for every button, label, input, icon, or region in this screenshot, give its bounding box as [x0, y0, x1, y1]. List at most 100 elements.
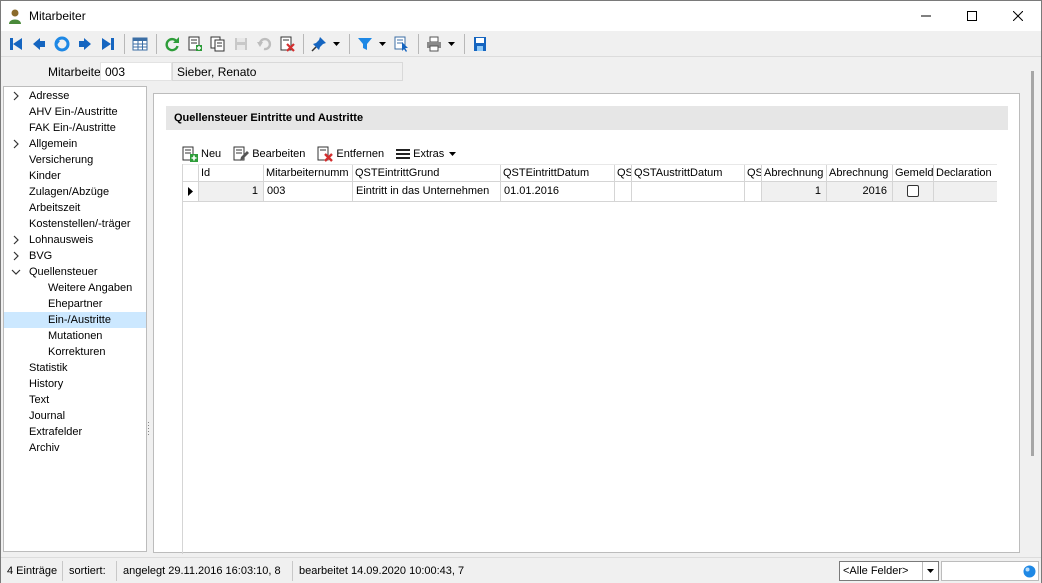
tree-item[interactable]: Text	[4, 392, 146, 408]
column-header[interactable]: Id	[199, 165, 264, 182]
status-bar: 4 Einträge sortiert: angelegt 29.11.2016…	[1, 557, 1041, 583]
column-header[interactable]: QS	[745, 165, 762, 182]
refresh-button[interactable]	[161, 33, 183, 55]
search-globe-icon[interactable]	[1023, 565, 1036, 578]
column-header[interactable]: QS	[615, 165, 632, 182]
save-disk-button[interactable]	[469, 33, 491, 55]
tree-item[interactable]: Zulagen/Abzüge	[4, 184, 146, 200]
vertical-scrollbar[interactable]	[1026, 59, 1040, 555]
cell-eintritt-datum[interactable]: 01.01.2016	[501, 182, 615, 201]
tree-item[interactable]: Ein-/Austritte	[4, 312, 146, 328]
field-select-combo[interactable]: <Alle Felder>	[839, 561, 939, 581]
undo-nav-button[interactable]	[51, 33, 73, 55]
pin-dropdown[interactable]	[331, 33, 341, 55]
extras-menu-button[interactable]: Extras	[396, 148, 459, 160]
column-header[interactable]: QSTEintrittGrund	[353, 165, 501, 182]
edit-entry-label: Bearbeiten	[252, 148, 306, 160]
tree-item-label: Ein-/Austritte	[48, 314, 111, 326]
tree-item[interactable]: Allgemein	[4, 136, 146, 152]
new-entry-button[interactable]: Neu	[182, 146, 221, 162]
cell-abrechnung-2: 2016	[827, 182, 893, 201]
scrollbar-thumb[interactable]	[1031, 71, 1034, 456]
tree-item[interactable]: Extrafelder	[4, 424, 146, 440]
chevron-down-icon[interactable]	[11, 264, 21, 280]
minimize-button[interactable]	[903, 1, 949, 31]
chevron-right-icon[interactable]	[11, 232, 21, 248]
gemeldet-checkbox[interactable]	[907, 185, 919, 197]
minimize-icon	[921, 15, 931, 17]
tree-item[interactable]: Ehepartner	[4, 296, 146, 312]
cell-qs1[interactable]	[615, 182, 632, 201]
print-dropdown[interactable]	[446, 33, 456, 55]
copy-record-button[interactable]	[207, 33, 229, 55]
filter-dropdown[interactable]	[377, 33, 387, 55]
cell-gemeldet[interactable]	[893, 182, 934, 201]
save-button[interactable]	[230, 33, 252, 55]
column-header[interactable]: QSTAustrittDatum	[632, 165, 745, 182]
navigate-button[interactable]	[391, 33, 413, 55]
tree-item[interactable]: AHV Ein-/Austritte	[4, 104, 146, 120]
new-record-icon	[188, 36, 202, 51]
maximize-button[interactable]	[949, 1, 995, 31]
tree-item-label: Kinder	[29, 170, 61, 182]
column-header[interactable]: Abrechnung	[762, 165, 827, 182]
tree-item-label: Extrafelder	[29, 426, 83, 438]
pin-button[interactable]	[308, 33, 330, 55]
filter-icon	[358, 37, 372, 50]
tree-item[interactable]: Korrekturen	[4, 344, 146, 360]
field-select-dropdown[interactable]	[922, 562, 938, 580]
print-icon	[427, 36, 441, 51]
tree-item[interactable]: FAK Ein-/Austritte	[4, 120, 146, 136]
tree-item[interactable]: Quellensteuer	[4, 264, 146, 280]
chevron-right-icon[interactable]	[11, 248, 21, 264]
new-record-button[interactable]	[184, 33, 206, 55]
next-record-button[interactable]	[74, 33, 96, 55]
column-header[interactable]: Abrechnung	[827, 165, 893, 182]
undo-button[interactable]	[253, 33, 275, 55]
cell-mitarbeiternummer[interactable]: 003	[264, 182, 353, 201]
first-record-button[interactable]	[5, 33, 27, 55]
remove-entry-button[interactable]: Entfernen	[317, 146, 384, 162]
tree-item[interactable]: Kostenstellen/-träger	[4, 216, 146, 232]
tree-item-label: Korrekturen	[48, 346, 106, 358]
previous-record-button[interactable]	[28, 33, 50, 55]
tree-item[interactable]: Statistik	[4, 360, 146, 376]
column-header[interactable]: Declaration	[934, 165, 997, 182]
tree-item[interactable]: Lohnausweis	[4, 232, 146, 248]
column-header[interactable]: Gemeld	[893, 165, 934, 182]
column-header[interactable]: Mitarbeiternumm	[264, 165, 353, 182]
tree-item[interactable]: Weitere Angaben	[4, 280, 146, 296]
maximize-icon	[967, 11, 977, 21]
navigation-tree: Adresse AHV Ein-/Austritte FAK Ein-/Austri…	[3, 86, 147, 552]
employee-app-icon	[9, 9, 21, 24]
cell-eintritt-grund[interactable]: Eintritt in das Unternehmen	[353, 182, 501, 201]
tree-item[interactable]: Arbeitszeit	[4, 200, 146, 216]
table-view-button[interactable]	[129, 33, 151, 55]
delete-button[interactable]	[276, 33, 298, 55]
tree-item[interactable]: Versicherung	[4, 152, 146, 168]
search-input[interactable]	[941, 561, 1039, 581]
tree-item[interactable]: Kinder	[4, 168, 146, 184]
cell-austritt-datum[interactable]	[632, 182, 745, 201]
table-row[interactable]: 1 003 Eintritt in das Unternehmen 01.01.…	[183, 182, 997, 202]
tree-item[interactable]: Adresse	[4, 88, 146, 104]
tree-item[interactable]: Mutationen	[4, 328, 146, 344]
tree-item[interactable]: Journal	[4, 408, 146, 424]
splitter-handle[interactable]	[148, 421, 150, 437]
remove-entry-label: Entfernen	[336, 148, 385, 160]
record-count: 4 Einträge	[3, 561, 63, 581]
filter-button[interactable]	[354, 33, 376, 55]
cell-qs2[interactable]	[745, 182, 762, 201]
print-button[interactable]	[423, 33, 445, 55]
last-record-button[interactable]	[97, 33, 119, 55]
edit-entry-button[interactable]: Bearbeiten	[233, 146, 305, 162]
column-header[interactable]: QSTEintrittDatum	[501, 165, 615, 182]
chevron-right-icon[interactable]	[11, 88, 21, 104]
tree-item[interactable]: BVG	[4, 248, 146, 264]
employee-id-field[interactable]: 003	[100, 62, 172, 81]
tree-item-label: Versicherung	[29, 154, 94, 166]
tree-item[interactable]: Archiv	[4, 440, 146, 456]
tree-item[interactable]: History	[4, 376, 146, 392]
chevron-right-icon[interactable]	[11, 136, 21, 152]
close-button[interactable]	[995, 1, 1041, 31]
